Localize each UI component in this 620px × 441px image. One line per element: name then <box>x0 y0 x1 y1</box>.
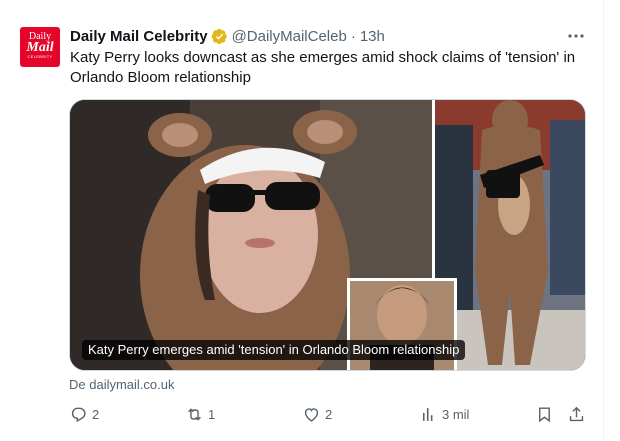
bookmark-icon <box>539 406 550 422</box>
like-button[interactable]: 2 <box>302 402 332 426</box>
retweet-button[interactable]: 1 <box>185 402 215 426</box>
sunglasses-bridge <box>253 190 267 195</box>
bookmark-button[interactable] <box>535 402 554 426</box>
retweet-count: 1 <box>208 406 216 422</box>
bear-ear-inner-left <box>162 123 198 147</box>
reply-button[interactable]: 2 <box>69 402 99 426</box>
sunglasses-right-lens <box>265 182 320 210</box>
more-icon <box>568 34 584 38</box>
header-separator: · <box>350 27 356 45</box>
like-count: 2 <box>325 406 333 422</box>
media-caption: Katy Perry emerges amid 'tension' in Orl… <box>82 340 466 360</box>
face <box>202 157 318 313</box>
inset-face <box>377 285 427 345</box>
photo-right-bystander-2 <box>550 120 585 295</box>
author-handle[interactable]: @DailyMailCeleb <box>232 28 347 45</box>
views-button[interactable]: 3 mil <box>419 402 469 426</box>
reply-count: 2 <box>92 406 100 422</box>
tweet-text: Katy Perry looks downcast as she emerges… <box>70 49 576 86</box>
tweet-header: Daily Mail Celebrity @DailyMailCeleb · 1… <box>70 26 385 46</box>
reply-icon <box>71 407 86 422</box>
bear-ear-inner-right <box>307 120 343 144</box>
tweet-media[interactable]: Katy Perry emerges amid 'tension' in Orl… <box>69 99 586 371</box>
share-icon <box>569 406 584 421</box>
retweet-icon <box>188 407 201 421</box>
more-options-button[interactable] <box>566 26 586 46</box>
share-button[interactable] <box>567 402 586 426</box>
sunglasses-left-lens <box>205 184 255 212</box>
tweet-timestamp[interactable]: 13h <box>360 28 385 45</box>
card-source-link[interactable]: De dailymail.co.uk <box>69 377 175 392</box>
tweet-actions: 2 1 2 3 mil <box>69 402 589 426</box>
views-count: 3 mil <box>442 406 470 422</box>
heart-icon <box>304 407 319 422</box>
crossbody-bag <box>486 170 520 198</box>
avatar-logo-text-2: Mail <box>26 40 54 55</box>
verified-badge-icon[interactable] <box>211 28 228 45</box>
author-name[interactable]: Daily Mail Celebrity <box>70 28 208 45</box>
media-photo-collage <box>70 100 585 370</box>
tweet-card[interactable]: Daily Mail CELEBRITY Daily Mail Celebrit… <box>0 0 620 441</box>
avatar[interactable]: Daily Mail CELEBRITY <box>20 27 60 67</box>
lips <box>245 238 275 248</box>
views-icon <box>422 407 433 421</box>
